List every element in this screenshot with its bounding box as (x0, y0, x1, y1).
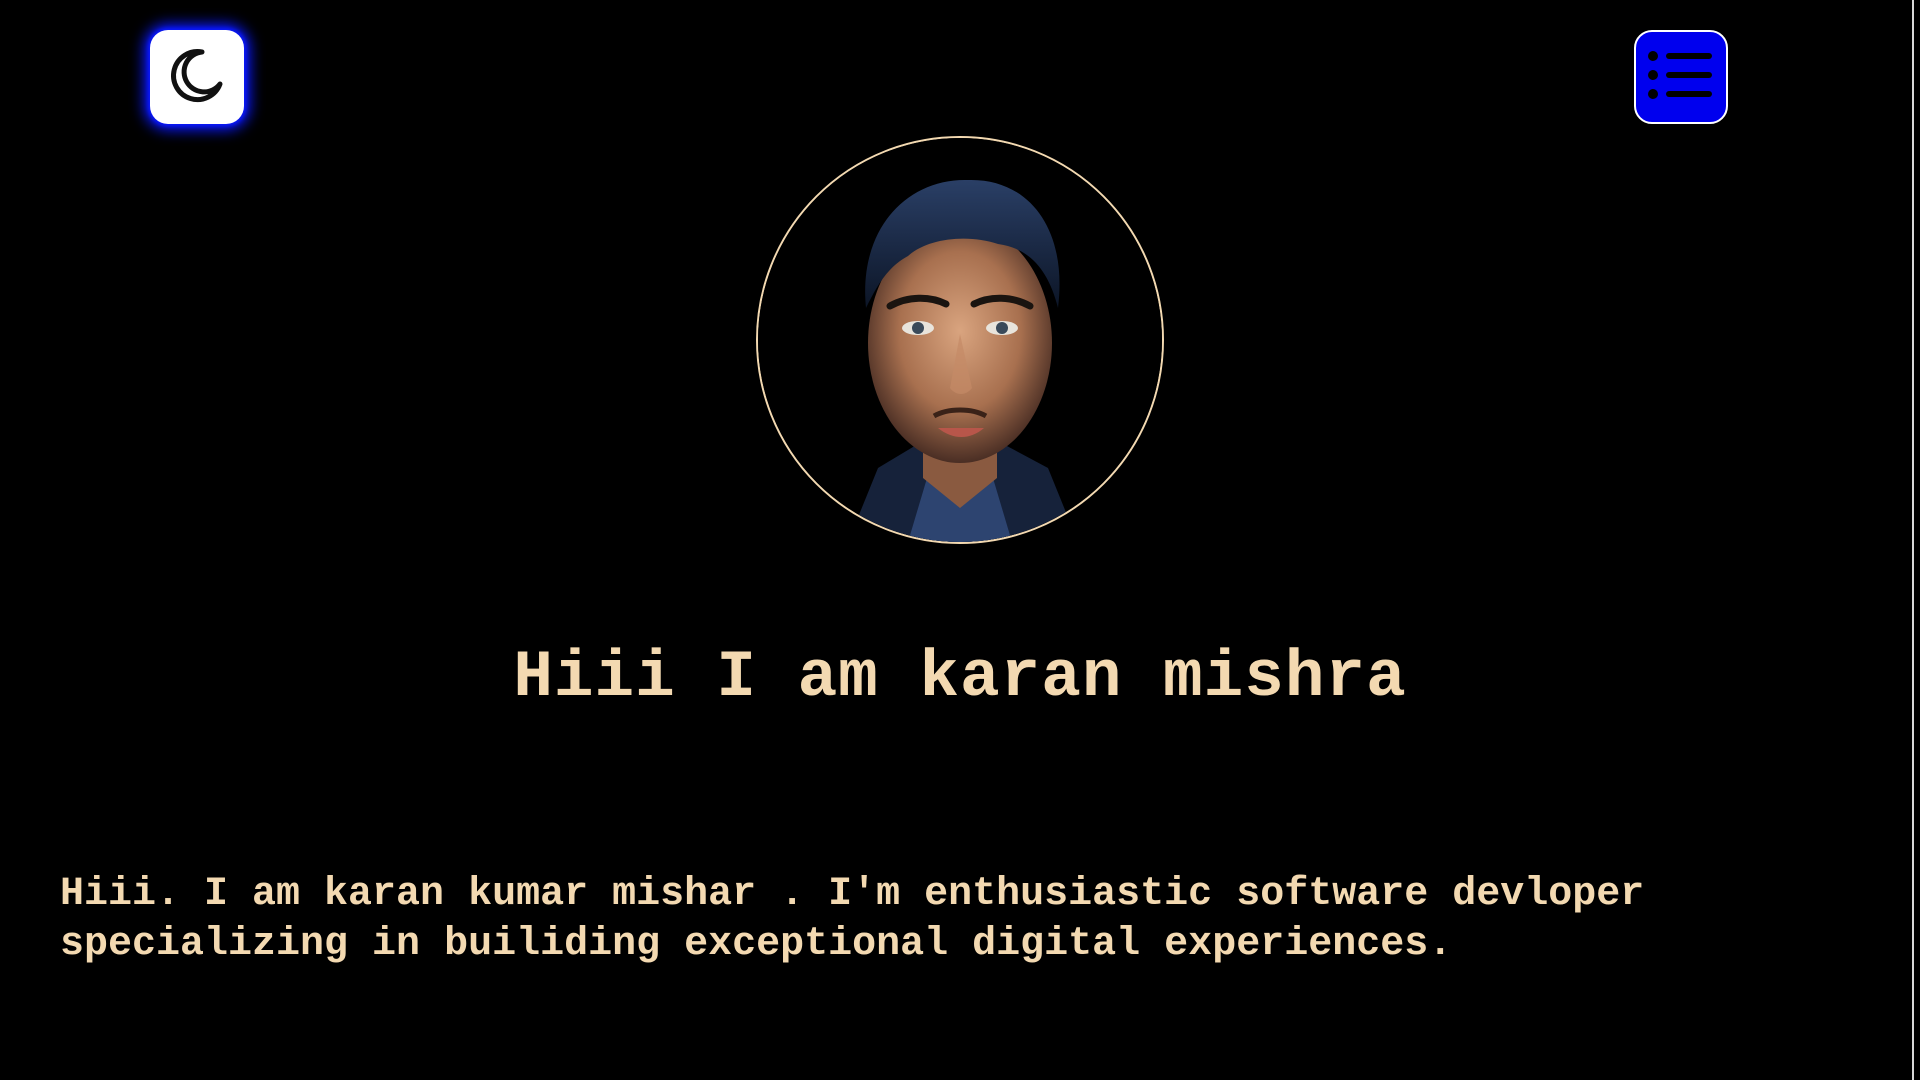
moon-icon (162, 40, 232, 115)
intro-text: Hiii. I am karan kumar mishar . I'm enth… (60, 872, 1645, 967)
scrollbar-edge (1912, 0, 1914, 1080)
menu-button[interactable] (1634, 30, 1728, 124)
theme-toggle-button[interactable] (150, 30, 244, 124)
avatar (756, 136, 1164, 544)
portrait-image (758, 138, 1162, 542)
page-title: Hiii I am karan mishra (513, 640, 1407, 715)
list-icon (1646, 44, 1716, 111)
